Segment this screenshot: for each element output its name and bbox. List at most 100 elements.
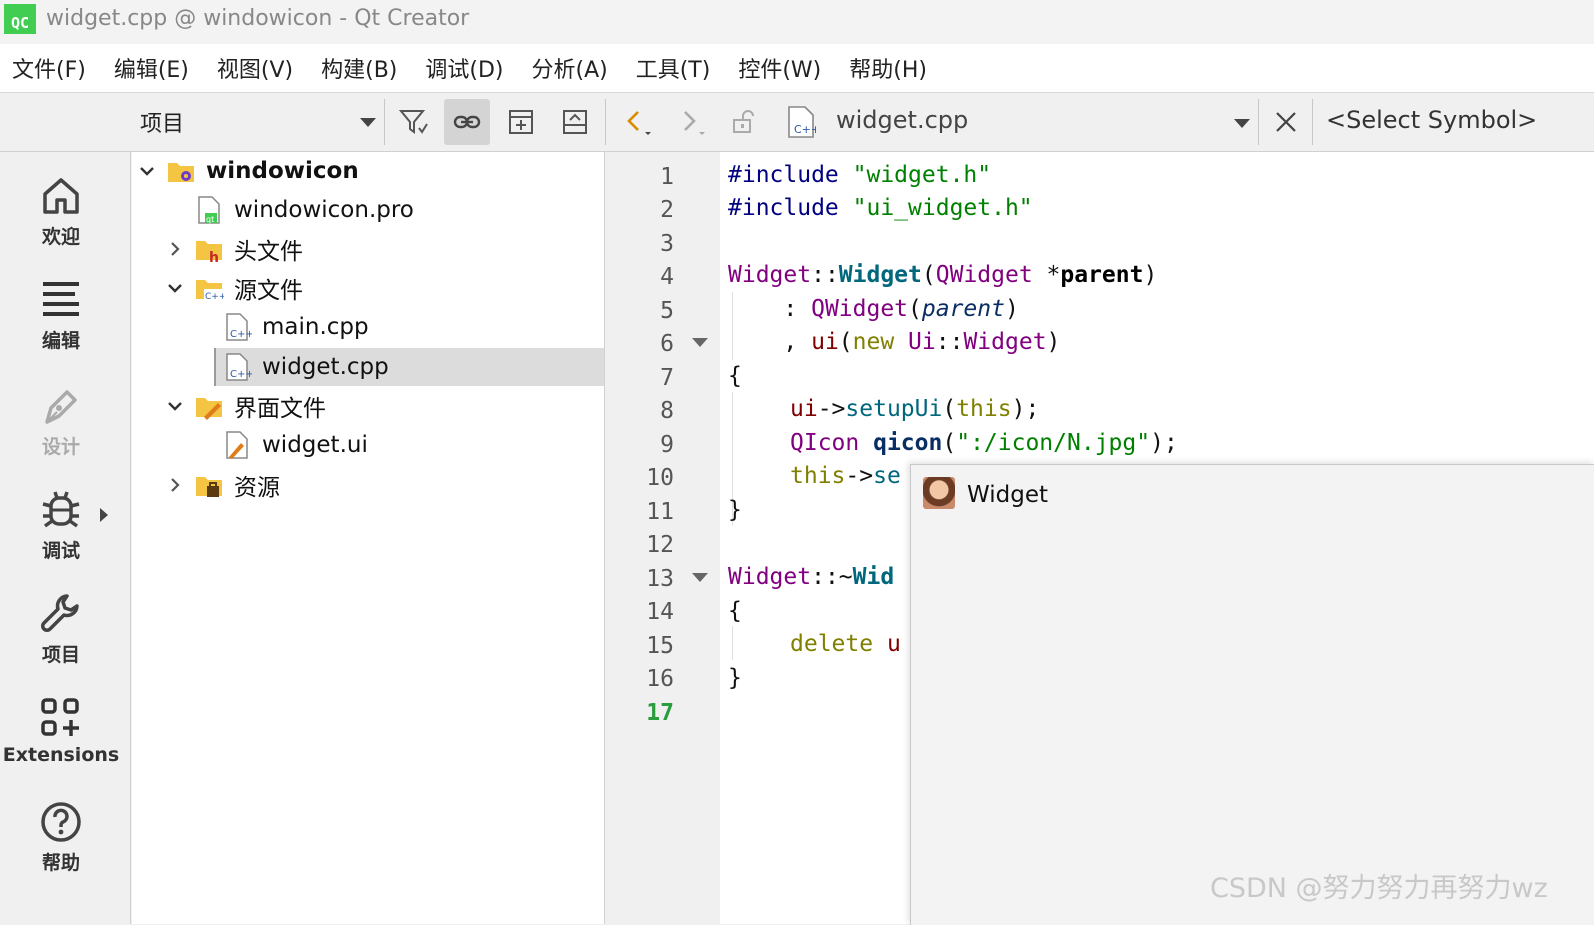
mode-edit[interactable]: 编辑	[0, 278, 122, 374]
menu-edit[interactable]: 编辑(E)	[102, 52, 205, 84]
sync-editor-button[interactable]	[444, 99, 490, 145]
svg-text:C++: C++	[230, 369, 252, 380]
line-number: 6	[660, 331, 674, 357]
code-line: : QWidget(parent)	[728, 296, 1019, 322]
fold-marker-icon[interactable]	[692, 338, 708, 347]
tree-item-forms[interactable]: 界面文件	[164, 387, 326, 425]
code-line: , ui(new Ui::Widget)	[728, 329, 1061, 355]
mode-label: Extensions	[2, 744, 120, 766]
fold-marker-icon[interactable]	[692, 573, 708, 582]
mode-label: 设计	[41, 436, 80, 458]
split-button[interactable]	[498, 99, 544, 145]
navigate-back-button[interactable]	[612, 99, 658, 145]
tree-item-sources[interactable]: C++ 源文件	[164, 269, 303, 307]
headers-folder-icon: h	[194, 234, 224, 266]
chevron-right-icon[interactable]	[100, 508, 108, 522]
code-line: delete u	[790, 631, 901, 657]
svg-text:C++: C++	[205, 292, 224, 302]
filter-tree-button[interactable]	[390, 99, 436, 145]
line-number: 4	[660, 264, 674, 290]
project-folder-icon	[166, 156, 196, 186]
menu-tools[interactable]: 工具(T)	[624, 52, 727, 84]
tree-item-label: windowicon	[206, 158, 359, 184]
line-number: 16	[646, 666, 674, 692]
tree-item-pro-file[interactable]: qt windowicon.pro	[194, 191, 414, 229]
back-arrow-icon	[627, 111, 651, 135]
menu-view[interactable]: 视图(V)	[205, 52, 309, 84]
code-line: #include "widget.h"	[728, 162, 992, 188]
forward-arrow-icon	[684, 111, 705, 135]
menu-debug[interactable]: 调试(D)	[413, 52, 519, 84]
tree-item-main-cpp[interactable]: C++ main.cpp	[222, 308, 369, 346]
close-icon	[1276, 112, 1296, 132]
line-number: 2	[660, 197, 674, 223]
qt-creator-logo-icon: QC	[4, 4, 36, 34]
close-document-button[interactable]	[1263, 99, 1309, 145]
mode-projects[interactable]: 项目	[0, 592, 122, 688]
tree-item-resources[interactable]: 资源	[164, 466, 280, 504]
code-line: }	[728, 665, 742, 691]
line-number: 14	[646, 599, 674, 625]
mode-extensions[interactable]: Extensions	[0, 696, 122, 792]
mode-label: 编辑	[41, 330, 80, 352]
line-number: 7	[660, 365, 674, 391]
tree-item-label: widget.cpp	[262, 354, 389, 380]
open-file-selector[interactable]: widget.cpp	[836, 106, 968, 134]
tree-item-label: widget.ui	[262, 432, 368, 458]
menu-file[interactable]: 文件(F)	[0, 52, 102, 84]
tree-item-project[interactable]: windowicon	[136, 152, 359, 190]
code-line: #include "ui_widget.h"	[728, 195, 1033, 221]
sources-folder-icon: C++	[194, 273, 226, 303]
tree-item-label: 界面文件	[234, 396, 326, 422]
chevron-right-icon[interactable]	[164, 238, 186, 260]
mode-label: 调试	[41, 540, 80, 562]
bug-icon	[42, 491, 80, 528]
svg-text:h: h	[209, 250, 219, 264]
code-line: {	[728, 363, 742, 389]
line-number: 15	[646, 633, 674, 659]
ui-file-icon	[222, 430, 252, 460]
code-line: Widget::~Wid	[728, 564, 895, 590]
code-line: ui->setupUi(this);	[790, 396, 1040, 422]
menu-build[interactable]: 构建(B)	[309, 52, 413, 84]
tree-item-label: main.cpp	[262, 314, 369, 340]
lock-icon	[733, 110, 754, 133]
link-icon	[453, 115, 481, 129]
chevron-down-icon[interactable]	[164, 395, 186, 417]
widget-app-window[interactable]: Widget	[910, 464, 1594, 925]
tree-item-label: windowicon.pro	[234, 197, 414, 223]
qt-pro-file-icon: qt	[194, 195, 224, 225]
edit-lines-icon	[43, 282, 79, 316]
line-number: 11	[646, 499, 674, 525]
tree-item-headers[interactable]: h 头文件	[164, 230, 303, 268]
forms-folder-icon	[194, 391, 224, 421]
chevron-down-icon[interactable]	[1234, 119, 1250, 128]
lock-button[interactable]	[720, 99, 766, 145]
title-bar: QC widget.cpp @ windowicon - Qt Creator	[0, 0, 1594, 44]
mode-welcome[interactable]: 欢迎	[0, 174, 122, 270]
mode-debug[interactable]: 调试	[0, 488, 122, 584]
chevron-right-icon[interactable]	[164, 474, 186, 496]
project-view-selector[interactable]: 项目	[132, 93, 382, 151]
menu-analyze[interactable]: 分析(A)	[520, 52, 624, 84]
mode-sidebar: 欢迎 编辑 设计 调试 项目 Extensions 帮助	[0, 152, 131, 924]
tree-item-widget-ui[interactable]: widget.ui	[222, 426, 368, 464]
menu-controls[interactable]: 控件(W)	[726, 52, 837, 84]
mode-help[interactable]: 帮助	[0, 800, 122, 896]
symbol-selector[interactable]: <Select Symbol>	[1326, 106, 1537, 134]
chevron-down-icon[interactable]	[136, 160, 158, 182]
line-number: 1	[660, 164, 674, 190]
chevron-down-icon[interactable]	[164, 277, 186, 299]
line-number-gutter: 1 2 3 4 5 6 7 8 9 10 11 12 13 14 15 16 1…	[606, 152, 718, 924]
collapse-button[interactable]	[552, 99, 598, 145]
cpp-file-icon: C++	[222, 312, 254, 342]
tree-item-widget-cpp[interactable]: C++ widget.cpp	[214, 348, 604, 386]
wrench-icon	[41, 594, 79, 632]
code-line: QIcon qicon(":/icon/N.jpg");	[790, 430, 1178, 456]
add-split-icon	[509, 110, 533, 134]
line-number: 12	[646, 532, 674, 558]
indent-guide	[732, 626, 733, 660]
toolbar-divider	[1258, 99, 1259, 145]
menu-help[interactable]: 帮助(H)	[837, 52, 943, 84]
toolbar-row: 项目 C++ widget.cpp <Select Symbol>	[0, 93, 1594, 152]
